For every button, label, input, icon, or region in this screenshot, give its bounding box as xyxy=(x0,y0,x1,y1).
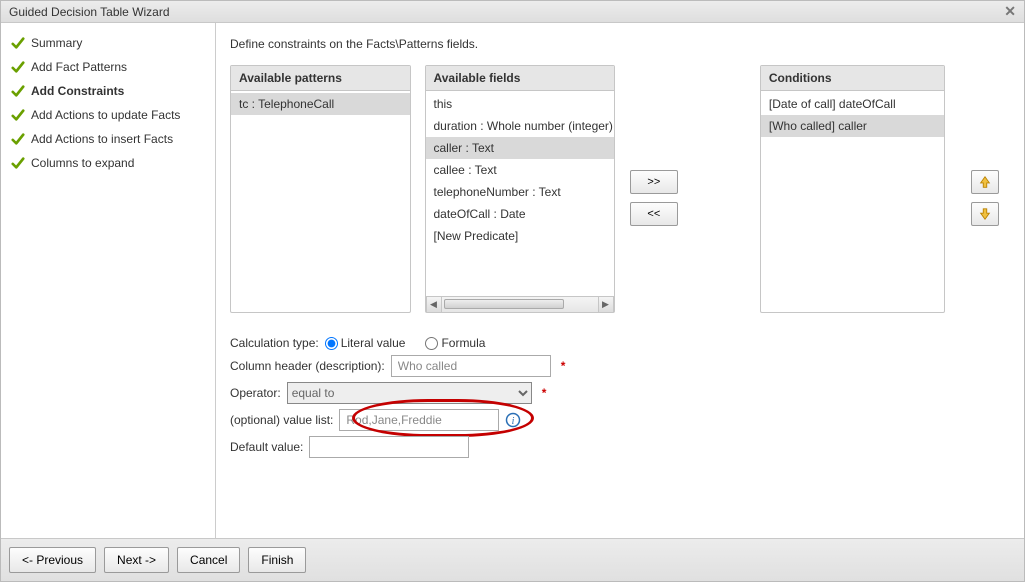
default-value-input[interactable] xyxy=(309,436,469,458)
panel-header: Available fields xyxy=(426,66,614,91)
move-down-button[interactable] xyxy=(971,202,999,226)
check-icon xyxy=(11,156,25,170)
row-default-value: Default value: xyxy=(230,436,1010,458)
dialog-body: Summary Add Fact Patterns Add Constraint… xyxy=(1,23,1024,538)
row-operator: Operator: equal to * xyxy=(230,382,1010,404)
required-marker: * xyxy=(542,386,547,400)
row-column-header: Column header (description): * xyxy=(230,355,1010,377)
step-add-constraints[interactable]: Add Constraints xyxy=(7,79,209,103)
conditions-list[interactable]: [Date of call] dateOfCall [Who called] c… xyxy=(761,91,944,312)
calc-type-label: Calculation type: xyxy=(230,336,319,350)
check-icon xyxy=(11,108,25,122)
operator-select[interactable]: equal to xyxy=(287,382,532,404)
step-label: Add Actions to insert Facts xyxy=(31,132,173,146)
arrow-up-icon xyxy=(978,175,992,189)
list-item[interactable]: tc : TelephoneCall xyxy=(231,93,410,115)
row-value-list: (optional) value list: i xyxy=(230,409,1010,431)
available-patterns-panel: Available patterns tc : TelephoneCall xyxy=(230,65,411,313)
svg-text:i: i xyxy=(512,416,515,427)
radio-formula[interactable] xyxy=(425,337,438,350)
patterns-list[interactable]: tc : TelephoneCall xyxy=(231,91,410,312)
radio-literal[interactable] xyxy=(325,337,338,350)
step-label: Add Actions to update Facts xyxy=(31,108,180,122)
radio-formula-label: Formula xyxy=(441,336,485,350)
step-columns-expand[interactable]: Columns to expand xyxy=(7,151,209,175)
remove-button[interactable]: << xyxy=(630,202,678,226)
step-add-fact-patterns[interactable]: Add Fact Patterns xyxy=(7,55,209,79)
value-list-input[interactable] xyxy=(339,409,499,431)
previous-button[interactable]: <- Previous xyxy=(9,547,96,573)
info-icon[interactable]: i xyxy=(505,412,521,428)
list-item[interactable]: [Date of call] dateOfCall xyxy=(761,93,944,115)
step-insert-actions[interactable]: Add Actions to insert Facts xyxy=(7,127,209,151)
check-icon xyxy=(11,84,25,98)
panel-header: Conditions xyxy=(761,66,944,91)
step-summary[interactable]: Summary xyxy=(7,31,209,55)
step-label: Add Fact Patterns xyxy=(31,60,127,74)
condition-form: Calculation type: Literal value Formula … xyxy=(230,331,1010,463)
check-icon xyxy=(11,60,25,74)
value-list-label: (optional) value list: xyxy=(230,413,333,427)
scrollbar-thumb[interactable] xyxy=(444,299,564,309)
list-item[interactable]: this xyxy=(426,93,614,115)
next-button[interactable]: Next -> xyxy=(104,547,169,573)
default-value-label: Default value: xyxy=(230,440,303,454)
list-item[interactable]: callee : Text xyxy=(426,159,614,181)
check-icon xyxy=(11,132,25,146)
wizard-main: Define constraints on the Facts\Patterns… xyxy=(216,23,1024,538)
scroll-right-icon[interactable]: ▶ xyxy=(598,297,614,312)
check-icon xyxy=(11,36,25,50)
step-update-actions[interactable]: Add Actions to update Facts xyxy=(7,103,209,127)
transfer-buttons: >> << xyxy=(629,83,680,313)
dialog-title: Guided Decision Table Wizard xyxy=(9,5,170,19)
titlebar: Guided Decision Table Wizard ✕ xyxy=(1,1,1024,23)
reorder-buttons xyxy=(959,83,1010,313)
step-label: Summary xyxy=(31,36,82,50)
conditions-panel: Conditions [Date of call] dateOfCall [Wh… xyxy=(760,65,945,313)
close-icon[interactable]: ✕ xyxy=(1004,3,1016,20)
horizontal-scrollbar[interactable]: ◀ ▶ xyxy=(426,296,614,312)
wizard-footer: <- Previous Next -> Cancel Finish xyxy=(1,538,1024,581)
radio-literal-label: Literal value xyxy=(341,336,406,350)
list-item[interactable]: [Who called] caller xyxy=(761,115,944,137)
required-marker: * xyxy=(561,359,566,373)
scroll-left-icon[interactable]: ◀ xyxy=(426,297,442,312)
row-calc-type: Calculation type: Literal value Formula xyxy=(230,336,1010,350)
column-header-label: Column header (description): xyxy=(230,359,385,373)
fields-list[interactable]: this duration : Whole number (integer) c… xyxy=(426,91,614,296)
step-label: Add Constraints xyxy=(31,84,124,98)
panel-header: Available patterns xyxy=(231,66,410,91)
list-item[interactable]: [New Predicate] xyxy=(426,225,614,247)
step-label: Columns to expand xyxy=(31,156,134,170)
move-up-button[interactable] xyxy=(971,170,999,194)
finish-button[interactable]: Finish xyxy=(248,547,306,573)
wizard-steps-sidebar: Summary Add Fact Patterns Add Constraint… xyxy=(1,23,216,538)
available-fields-panel: Available fields this duration : Whole n… xyxy=(425,65,615,313)
add-button[interactable]: >> xyxy=(630,170,678,194)
wizard-dialog: Guided Decision Table Wizard ✕ Summary A… xyxy=(0,0,1025,582)
cancel-button[interactable]: Cancel xyxy=(177,547,240,573)
arrow-down-icon xyxy=(978,207,992,221)
column-header-input[interactable] xyxy=(391,355,551,377)
page-instruction: Define constraints on the Facts\Patterns… xyxy=(230,37,1010,51)
selection-columns: Available patterns tc : TelephoneCall Av… xyxy=(230,65,1010,313)
list-item[interactable]: duration : Whole number (integer) xyxy=(426,115,614,137)
operator-label: Operator: xyxy=(230,386,281,400)
list-item[interactable]: dateOfCall : Date xyxy=(426,203,614,225)
list-item[interactable]: telephoneNumber : Text xyxy=(426,181,614,203)
list-item[interactable]: caller : Text xyxy=(426,137,614,159)
